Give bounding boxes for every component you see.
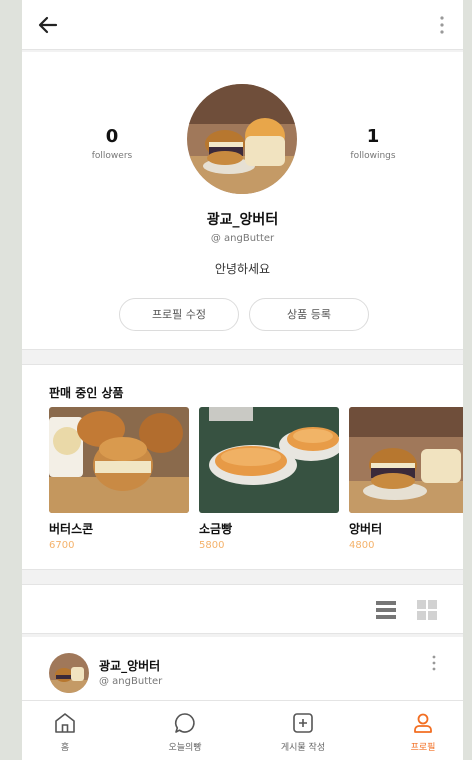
post-author-handle: @ angButter — [99, 676, 163, 687]
view-toggle-bar — [22, 584, 463, 634]
product-price: 6700 — [49, 540, 75, 551]
products-title: 판매 중인 상품 — [49, 386, 124, 400]
arrow-left-icon — [38, 16, 58, 34]
list-view-icon — [376, 601, 396, 619]
products-section: 판매 중인 상품 버터스콘 6700 소금빵 5800 앙버터 4800 — [22, 364, 463, 570]
followings-label: followings — [350, 151, 396, 161]
chat-icon — [174, 713, 195, 733]
profile-section: 0 followers 1 followings 광교_앙버터 @ angBut… — [22, 52, 463, 350]
grid-view-icon — [417, 600, 437, 620]
product-name: 소금빵 — [199, 522, 233, 536]
post-item: 광교_앙버터 @ angButter — [22, 637, 463, 707]
post-author-name: 광교_앙버터 — [99, 659, 161, 673]
tab-home[interactable]: 홈 — [22, 701, 120, 760]
more-menu-button[interactable] — [435, 14, 449, 36]
profile-name: 광교_앙버터 — [206, 212, 279, 228]
phone-screen: 0 followers 1 followings 광교_앙버터 @ angBut… — [22, 0, 463, 760]
vertical-dots-icon — [440, 16, 444, 34]
user-icon — [414, 713, 432, 733]
tab-profile[interactable]: 프로필 — [368, 701, 463, 760]
product-card[interactable]: 앙버터 4800 — [349, 407, 463, 551]
tab-label: 오늘의빵 — [168, 743, 202, 753]
followers-count[interactable]: 0 followers — [67, 126, 157, 161]
vertical-dots-icon — [432, 655, 436, 671]
product-name: 버터스콘 — [49, 522, 94, 536]
product-image — [199, 407, 339, 513]
post-more-button[interactable] — [429, 654, 439, 672]
tab-label: 프로필 — [410, 743, 436, 753]
post-avatar[interactable] — [49, 653, 89, 693]
product-image — [49, 407, 189, 513]
profile-handle: @ angButter — [210, 233, 275, 244]
edit-profile-button[interactable]: 프로필 수정 — [119, 298, 239, 331]
product-price: 4800 — [349, 540, 375, 551]
product-price: 5800 — [199, 540, 225, 551]
followings-number: 1 — [366, 126, 380, 147]
product-name: 앙버터 — [349, 522, 383, 536]
bottom-tab-bar: 홈 오늘의빵 게시물 작성 프로필 — [22, 700, 463, 760]
product-card[interactable]: 버터스콘 6700 — [49, 407, 189, 551]
tab-today-bread[interactable]: 오늘의빵 — [130, 701, 240, 760]
top-bar — [22, 0, 463, 50]
grid-view-button[interactable] — [417, 600, 437, 620]
tab-create-post[interactable]: 게시물 작성 — [248, 701, 358, 760]
profile-avatar — [187, 84, 297, 194]
home-icon — [55, 713, 75, 733]
followings-count[interactable]: 1 followings — [328, 126, 418, 161]
back-button[interactable] — [36, 13, 60, 37]
list-view-button[interactable] — [376, 600, 396, 620]
followers-label: followers — [91, 151, 133, 161]
followers-number: 0 — [105, 126, 119, 147]
product-image — [349, 407, 463, 513]
product-card[interactable]: 소금빵 5800 — [199, 407, 339, 551]
tab-label: 게시물 작성 — [280, 743, 326, 753]
profile-bio: 안녕하세요 — [214, 262, 271, 276]
plus-square-icon — [293, 713, 313, 733]
tab-label: 홈 — [60, 743, 70, 753]
add-product-button[interactable]: 상품 등록 — [249, 298, 369, 331]
